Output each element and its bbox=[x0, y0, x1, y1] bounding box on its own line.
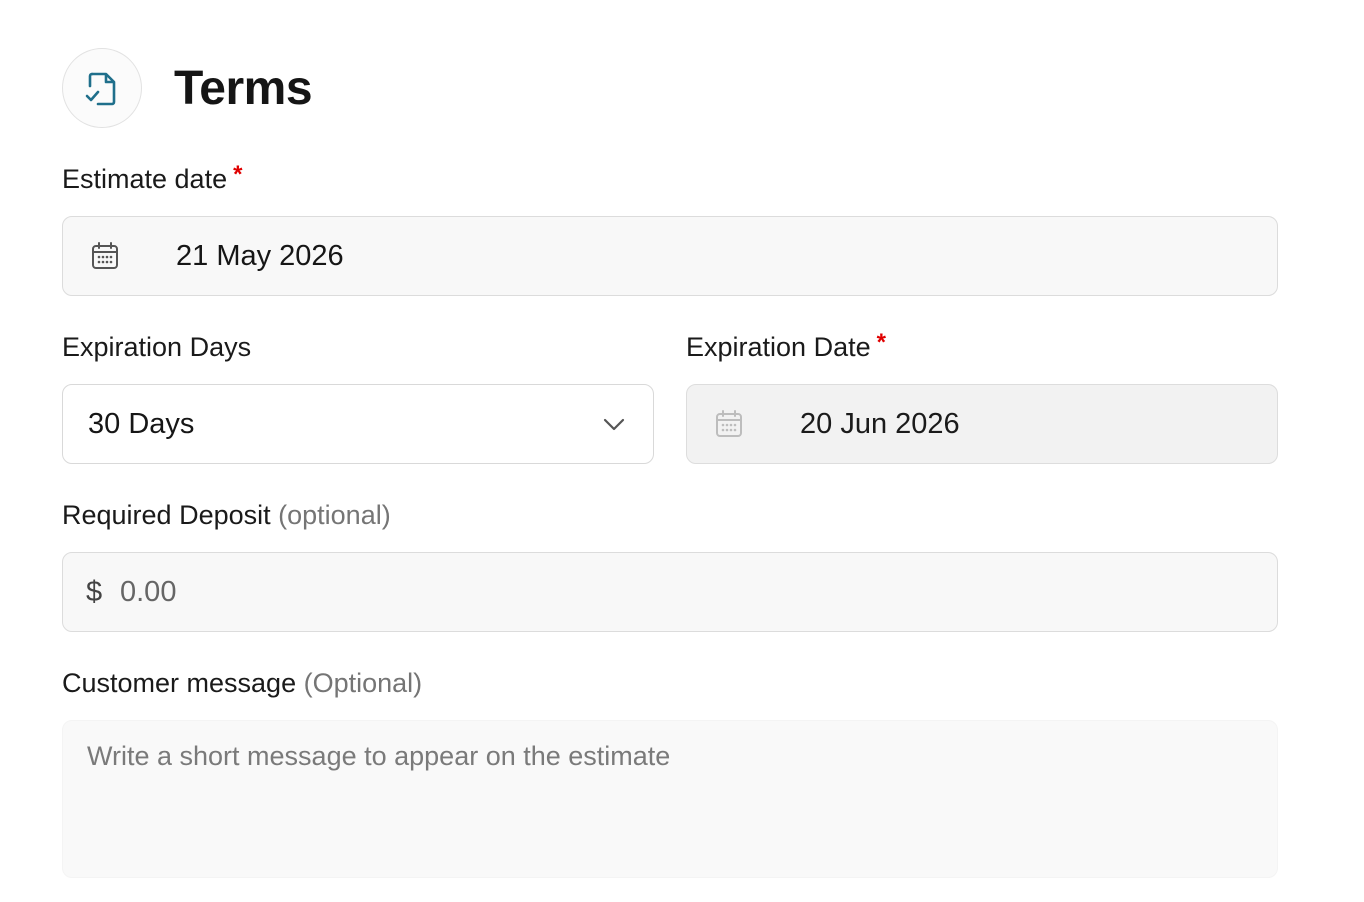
expiration-date-label: Expiration Date * bbox=[686, 329, 886, 363]
customer-message-textarea[interactable]: Write a short message to appear on the e… bbox=[62, 720, 1278, 878]
optional-text: (Optional) bbox=[303, 668, 423, 698]
chevron-down-icon[interactable] bbox=[603, 417, 625, 431]
calendar-icon bbox=[90, 241, 120, 271]
calendar-icon bbox=[714, 409, 744, 439]
required-deposit-input[interactable]: $ 0.00 bbox=[62, 552, 1278, 632]
expiration-date-value: 20 Jun 2026 bbox=[800, 407, 960, 440]
expiration-date-field: 20 Jun 2026 bbox=[686, 384, 1278, 464]
estimate-date-label-text: Estimate date bbox=[62, 164, 228, 194]
optional-text: (optional) bbox=[278, 500, 391, 530]
estimate-date-label: Estimate date * bbox=[62, 161, 243, 195]
customer-message-label: Customer message (Optional) bbox=[62, 668, 422, 699]
section-header: Terms bbox=[62, 48, 313, 128]
required-deposit-label: Required Deposit (optional) bbox=[62, 500, 391, 531]
deposit-amount: 0.00 bbox=[120, 575, 177, 608]
customer-message-placeholder: Write a short message to appear on the e… bbox=[87, 741, 671, 771]
required-mark: * bbox=[233, 161, 243, 188]
expiration-days-label-text: Expiration Days bbox=[62, 332, 252, 362]
expiration-days-value: 30 Days bbox=[88, 407, 195, 440]
estimate-date-field[interactable]: 21 May 2026 bbox=[62, 216, 1278, 296]
section-title: Terms bbox=[174, 61, 313, 115]
document-check-icon bbox=[62, 48, 142, 128]
required-deposit-label-text: Required Deposit bbox=[62, 500, 271, 530]
expiration-date-label-text: Expiration Date bbox=[686, 332, 871, 362]
terms-form: Terms Estimate date * 21 May 2026 Expirat… bbox=[0, 0, 1364, 902]
expiration-days-label: Expiration Days bbox=[62, 332, 251, 363]
expiration-days-select[interactable]: 30 Days bbox=[62, 384, 654, 464]
estimate-date-value: 21 May 2026 bbox=[176, 239, 344, 272]
currency-symbol: $ bbox=[86, 575, 103, 608]
customer-message-label-text: Customer message bbox=[62, 668, 297, 698]
required-mark: * bbox=[876, 329, 886, 356]
